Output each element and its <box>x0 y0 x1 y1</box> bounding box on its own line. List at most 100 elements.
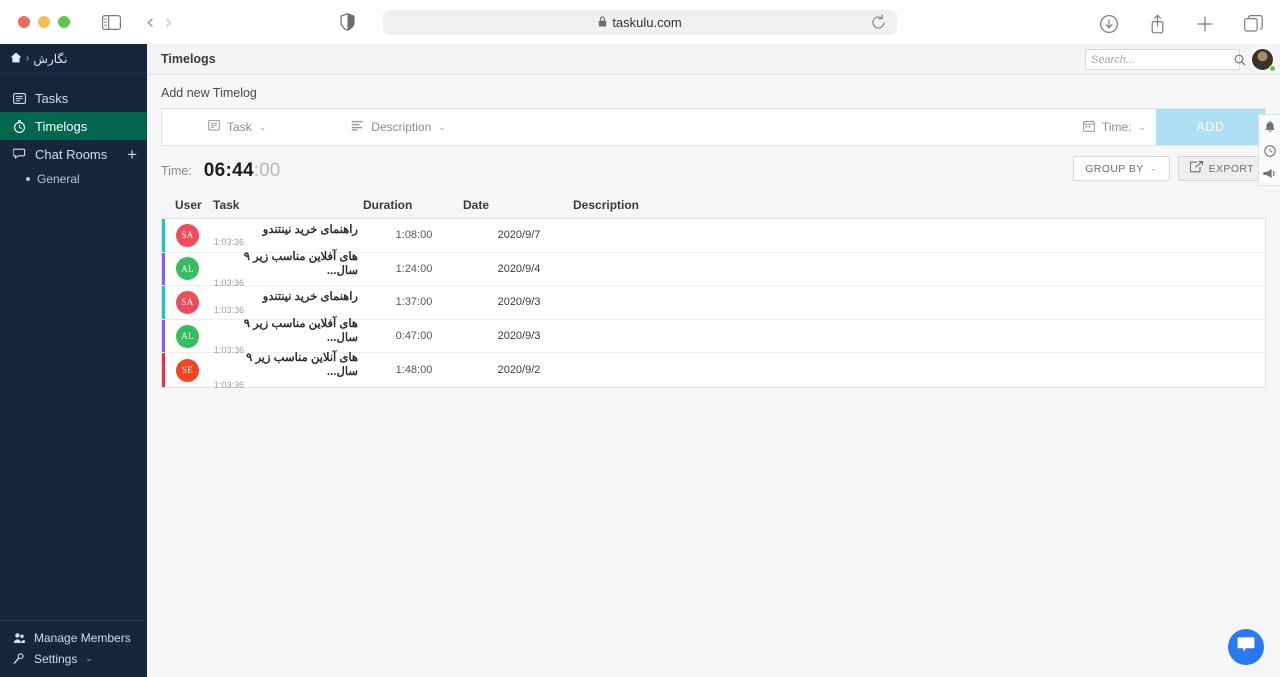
cell-user: AL <box>162 257 214 281</box>
cell-user: SA <box>162 223 214 247</box>
avatar-initials: SE <box>181 365 194 376</box>
avatar-initials: AL <box>181 331 194 342</box>
table-header: User Task Duration Date Description <box>161 192 1266 218</box>
task-title: راهنمای خرید نینتندو <box>262 224 358 237</box>
column-header-duration: Duration <box>363 198 413 212</box>
group-by-label: GROUP BY <box>1085 162 1144 175</box>
cell-task[interactable]: راهنمای خرید نینتندو 1:03:36 <box>214 223 364 247</box>
close-window-button[interactable] <box>18 16 30 28</box>
task-title: های آفلاین مناسب زیر ۹ سال... <box>243 250 358 277</box>
task-selector[interactable]: Task ⌄ <box>208 109 266 145</box>
cell-duration: 1:37:00 <box>395 296 433 309</box>
sidebar-item-label: Timelogs <box>35 118 88 134</box>
row-avatar[interactable]: AL <box>176 324 199 348</box>
url-display[interactable]: taskulu.com <box>383 10 897 35</box>
back-button[interactable]: ‹ <box>146 11 154 33</box>
table-row[interactable]: SE های آنلاین مناسب زیر ۹ سال... 1:03:36 1:… <box>162 351 1265 390</box>
search-input[interactable] <box>1091 53 1234 66</box>
task-selector-label: Task <box>227 120 252 134</box>
megaphone-icon[interactable] <box>1263 168 1276 179</box>
browser-chrome: ‹ › taskulu.com <box>0 0 1280 44</box>
chevron-down-icon: ⌄ <box>438 121 446 132</box>
url-bar[interactable]: taskulu.com <box>383 10 897 35</box>
cell-task[interactable]: های آنلاین مناسب زیر ۹ سال... 1:03:36 <box>214 351 364 390</box>
description-selector[interactable]: Description ⌄ <box>351 109 446 145</box>
clock-icon[interactable] <box>1263 145 1276 157</box>
task-subtitle: 1:03:36 <box>214 237 245 248</box>
privacy-shield-icon[interactable] <box>335 9 361 35</box>
cell-task[interactable]: راهنمای خرید نینتندو 1:03:36 <box>214 290 364 314</box>
task-title: های آفلاین مناسب زیر ۹ سال... <box>243 317 358 345</box>
timelogs-table: User Task Duration Date Description SA را… <box>161 192 1266 390</box>
cell-date: 2020/9/4 <box>497 262 541 275</box>
description-icon <box>351 120 364 134</box>
row-avatar[interactable]: SA <box>176 290 199 314</box>
url-text: taskulu.com <box>612 15 682 30</box>
row-color-bar <box>162 252 165 286</box>
table-row[interactable]: AL های آفلاین مناسب زیر ۹ سال... 1:03:36 0:… <box>162 317 1265 356</box>
table-row[interactable]: SA راهنمای خرید نینتندو 1:03:36 1:08:00 2020… <box>162 219 1265 253</box>
row-color-bar <box>162 319 165 353</box>
column-header-user: User <box>175 198 202 212</box>
group-by-button[interactable]: GROUP BY ⌄ <box>1073 156 1170 181</box>
sidebar-item-timelogs[interactable]: Timelogs <box>0 112 147 140</box>
task-subtitle: 1:03:36 <box>214 304 245 315</box>
breadcrumb[interactable]: › نگارش <box>0 44 147 74</box>
search-icon[interactable] <box>1234 54 1246 66</box>
forward-button[interactable]: › <box>164 11 172 33</box>
table-body: SA راهنمای خرید نینتندو 1:03:36 1:08:00 2020… <box>161 218 1266 390</box>
zoom-window-button[interactable] <box>58 16 70 28</box>
navigation-arrows[interactable]: ‹ › <box>146 11 173 33</box>
downloads-icon[interactable] <box>1096 11 1122 37</box>
column-header-description: Description <box>573 198 640 212</box>
calendar-icon <box>1082 119 1095 135</box>
time-summary-value: 06:44 <box>203 160 254 181</box>
sidebar-item-tasks[interactable]: Tasks <box>0 84 147 112</box>
time-summary-label: Time: <box>161 164 192 178</box>
cell-date: 2020/9/2 <box>497 364 541 377</box>
chat-fab-button[interactable] <box>1228 629 1264 665</box>
manage-members-label: Manage Members <box>34 630 131 645</box>
tasks-icon <box>12 92 26 104</box>
row-color-bar <box>162 353 165 387</box>
window-controls[interactable] <box>18 16 70 28</box>
cell-duration: 0:47:00 <box>395 330 433 343</box>
settings-link[interactable]: Settings ⌄ <box>0 648 147 669</box>
add-chat-room-button[interactable]: + <box>127 146 137 163</box>
row-color-bar <box>162 219 165 252</box>
table-row[interactable]: SA راهنمای خرید نینتندو 1:03:36 1:37:00 2020… <box>162 286 1265 320</box>
export-button[interactable]: EXPORT <box>1177 156 1266 181</box>
search-box[interactable] <box>1085 49 1246 70</box>
main-content: Timelogs Add new Timelog <box>147 44 1280 677</box>
chevron-down-icon: ⌄ <box>85 653 93 663</box>
row-avatar[interactable]: AL <box>176 257 199 281</box>
share-icon[interactable] <box>1144 11 1170 37</box>
add-button[interactable]: ADD <box>1156 109 1265 145</box>
row-avatar[interactable]: SA <box>176 223 199 247</box>
cell-task[interactable]: های آفلاین مناسب زیر ۹ سال... 1:03:36 <box>214 250 364 289</box>
breadcrumb-project[interactable]: نگارش <box>33 52 67 66</box>
minimize-window-button[interactable] <box>38 16 50 28</box>
sidebar-toggle-icon[interactable] <box>98 9 124 35</box>
sidebar-subitem-general[interactable]: General <box>0 168 147 190</box>
status-badge <box>1269 65 1276 72</box>
sidebar-subitem-label: General <box>37 172 80 186</box>
cell-user: AL <box>162 324 214 348</box>
sidebar-nav: Tasks Timelogs Chat Rooms + General <box>0 84 147 190</box>
manage-members-link[interactable]: Manage Members <box>0 627 147 648</box>
chevron-down-icon: ⌄ <box>1149 163 1158 173</box>
new-tab-icon[interactable] <box>1192 11 1218 37</box>
row-avatar[interactable]: SE <box>176 358 199 382</box>
sidebar-item-chat-rooms[interactable]: Chat Rooms + <box>0 140 147 168</box>
settings-label: Settings <box>34 651 78 666</box>
reload-icon[interactable] <box>870 14 887 31</box>
add-new-timelog-label: Add new Timelog <box>161 86 257 100</box>
bell-icon[interactable] <box>1264 121 1276 134</box>
time-selector[interactable]: Time: ⌄ <box>1082 109 1146 145</box>
tab-overview-icon[interactable] <box>1240 11 1266 37</box>
table-row[interactable]: AL های آفلاین مناسب زیر ۹ سال... 1:03:36 1:… <box>162 250 1265 289</box>
home-icon[interactable] <box>10 52 22 66</box>
breadcrumb-separator: › <box>26 53 30 64</box>
cell-user: SE <box>162 358 214 382</box>
cell-task[interactable]: های آفلاین مناسب زیر ۹ سال... 1:03:36 <box>214 317 364 356</box>
